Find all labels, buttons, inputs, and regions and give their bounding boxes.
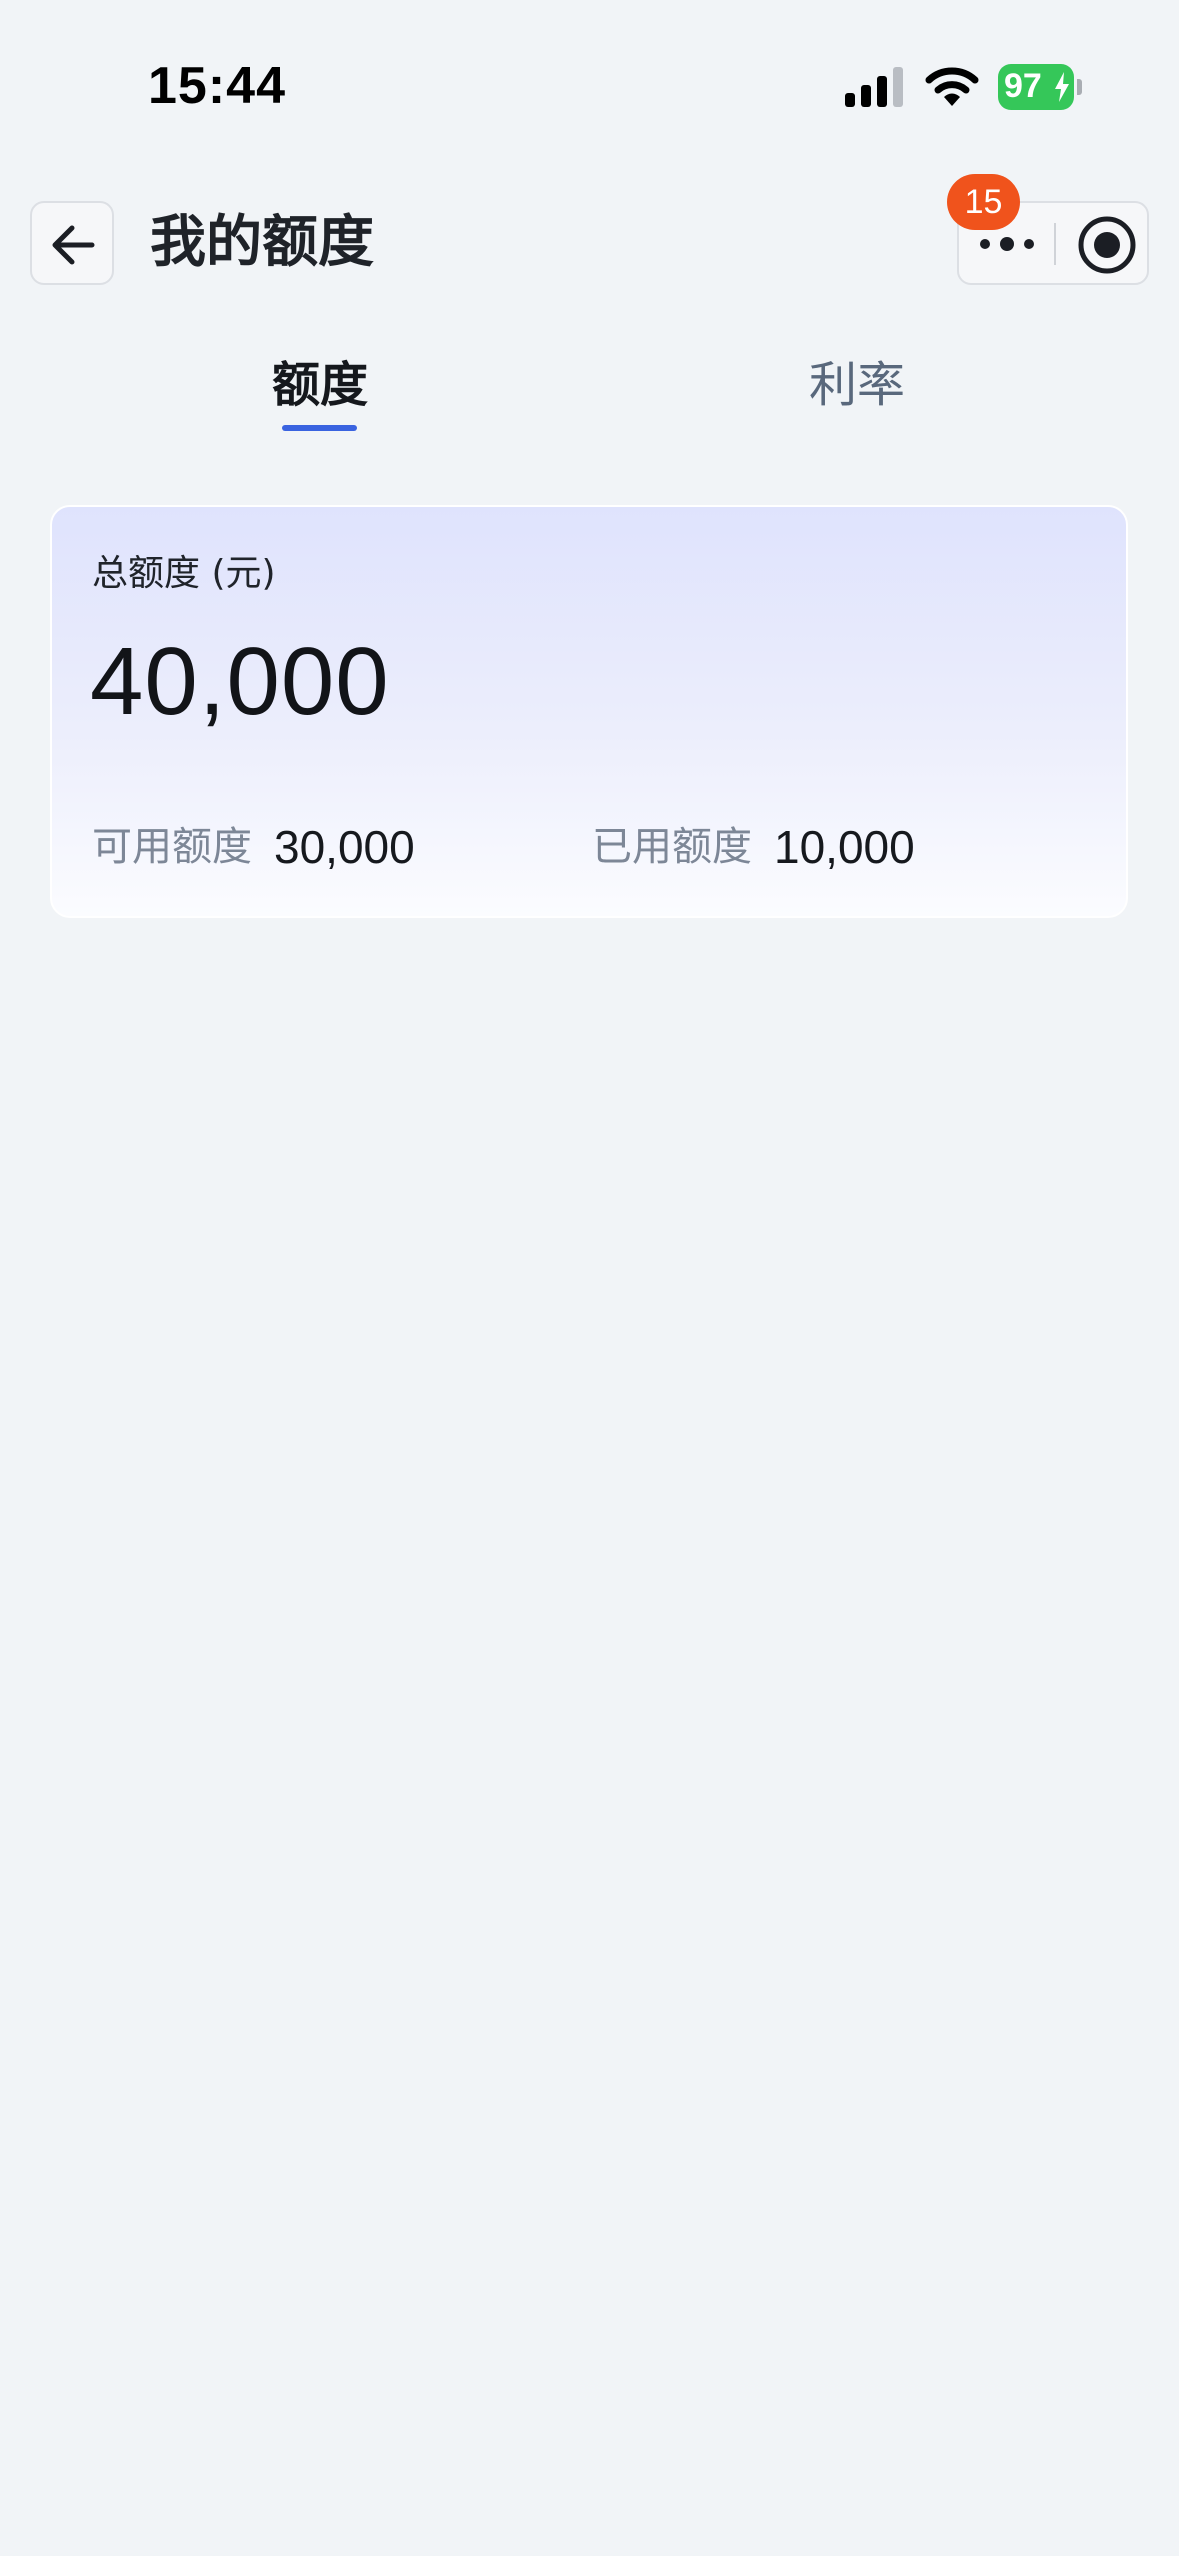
tab-rate[interactable]: 利率 [757, 350, 957, 420]
available-quota-label: 可用额度 [92, 824, 252, 870]
battery-icon: 97 [998, 64, 1082, 110]
quota-card: 总额度 (元) 40,000 可用额度 30,000 已用额度 10,000 [50, 505, 1128, 918]
total-quota-label: 总额度 (元) [92, 553, 276, 594]
used-quota-label: 已用额度 [592, 824, 752, 870]
wifi-icon [925, 67, 979, 106]
status-bar: 15:44 97 [0, 0, 1179, 175]
bolt-icon [1055, 72, 1069, 102]
available-quota-value: 30,000 [274, 821, 415, 873]
battery-cap [1077, 79, 1082, 95]
capsule-divider [1054, 223, 1056, 265]
notification-badge: 15 [947, 174, 1020, 230]
tab-active-indicator [282, 425, 357, 431]
tab-quota[interactable]: 额度 [220, 350, 420, 420]
total-quota-amount: 40,000 [90, 628, 390, 735]
arrow-left-icon [52, 225, 95, 265]
target-icon[interactable] [1077, 215, 1137, 275]
page-title: 我的额度 [150, 210, 374, 275]
battery-body: 97 [998, 64, 1074, 110]
signal-icon [845, 67, 903, 107]
back-button[interactable] [30, 201, 114, 285]
used-quota-value: 10,000 [774, 821, 915, 873]
status-time: 15:44 [148, 57, 286, 115]
battery-level: 97 [1004, 67, 1042, 105]
